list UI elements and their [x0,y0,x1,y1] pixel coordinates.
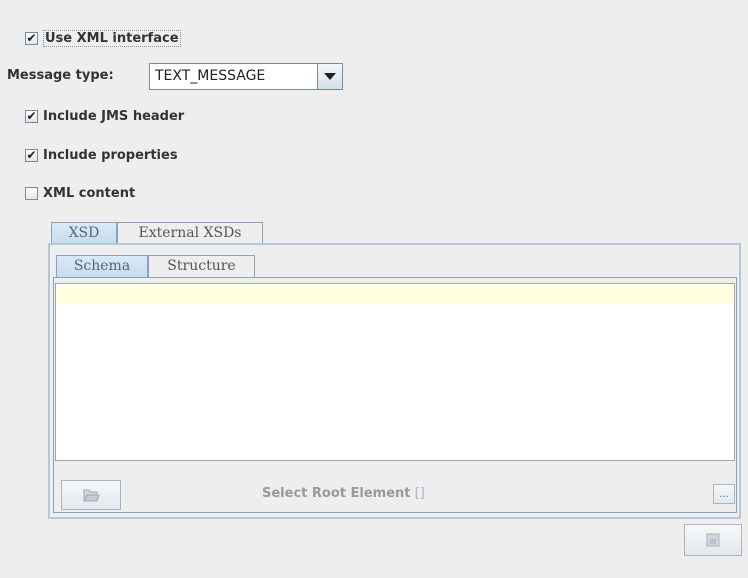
include-jms-header-checkbox[interactable]: ✔ Include JMS header [25,107,184,125]
checkbox-check-icon: ✔ [25,148,38,162]
message-type-select[interactable]: TEXT_MESSAGE [149,63,343,90]
tab-structure[interactable]: Structure [148,255,255,277]
open-schema-button[interactable] [61,480,121,510]
xml-content-label: XML content [43,185,136,201]
document-icon [706,533,720,547]
xml-content-checkbox[interactable]: XML content [25,184,135,202]
select-root-label: Select Root Element [262,486,411,501]
include-properties-label: Include properties [43,147,178,163]
browse-root-button[interactable]: ... [713,484,735,504]
select-root-value: [] [414,486,425,501]
bottom-action-button[interactable] [684,524,742,556]
select-root-element: Select Root Element [] [262,486,425,501]
message-type-value: TEXT_MESSAGE [155,68,266,84]
tab-external-xsds[interactable]: External XSDs [117,222,263,244]
dropdown-button[interactable] [317,64,342,89]
use-xml-interface-label: Use XML interface [43,29,181,47]
checkbox-check-icon: ✔ [25,31,38,45]
include-properties-checkbox[interactable]: ✔ Include properties [25,146,178,164]
use-xml-interface-checkbox[interactable]: ✔ Use XML interface [25,29,181,47]
open-folder-icon [83,489,100,502]
tab-xsd[interactable]: XSD [51,222,117,244]
editor-current-line [56,286,734,304]
tab-schema[interactable]: Schema [56,255,148,277]
checkbox-check-icon: ✔ [25,109,38,123]
dropdown-arrow-icon [324,73,336,80]
message-type-label: Message type: [7,68,114,83]
include-jms-header-label: Include JMS header [43,108,185,124]
schema-editor[interactable] [55,283,735,461]
checkbox-empty [25,186,38,200]
